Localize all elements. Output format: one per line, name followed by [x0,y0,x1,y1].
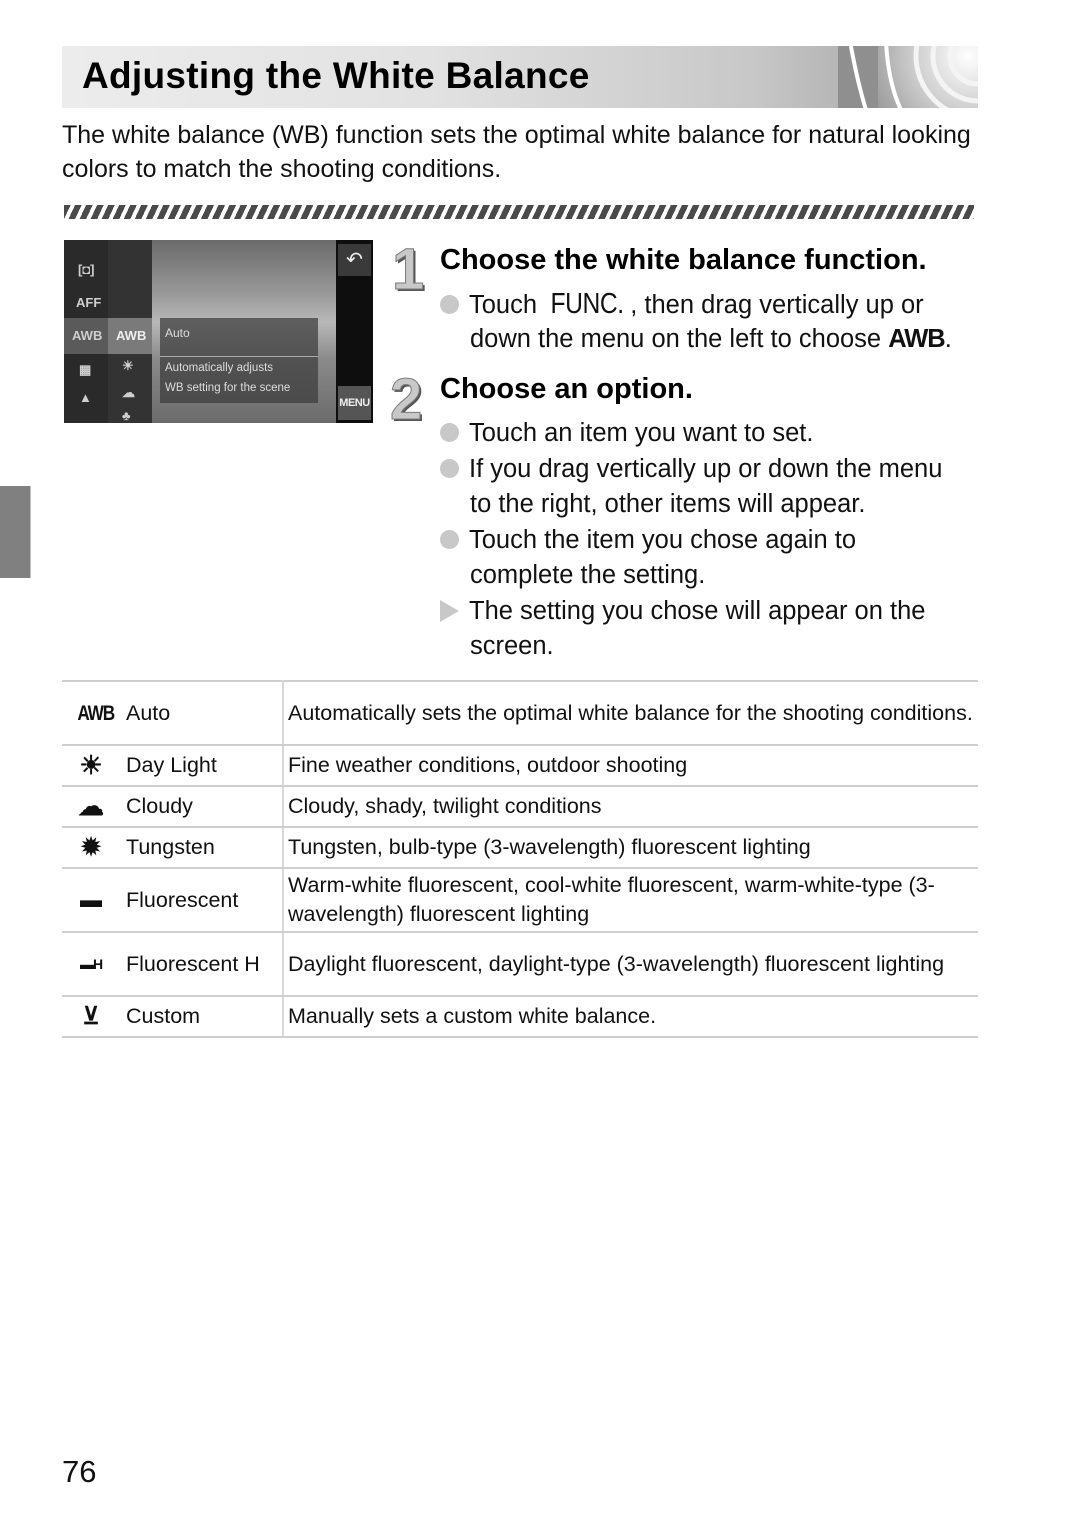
menu-button: MENU [338,386,371,420]
step-2-bullet-3-cont: complete the setting. [470,561,706,589]
wb-label: Cloudy [126,794,193,818]
awb-option-icon: AWB [116,328,147,343]
table-row: ☀ Day Light Fine weather conditions, outd… [62,744,978,787]
drive-icon: ▲ [79,390,92,405]
title-band: Adjusting the White Balance [62,46,978,108]
table-row: ▬ Fluorescent Warm-white fluorescent, coo… [62,867,978,933]
intro-paragraph: The white balance (WB) function sets the… [62,121,971,183]
fluorescent-icon: ▬ [80,887,102,913]
page-title: Adjusting the White Balance [82,55,590,96]
step-2-bullet-4: The setting you chose will appear on the [440,594,985,629]
table-row: AWB Auto Automatically sets the optimal w… [62,680,978,746]
section-divider [64,205,974,219]
step-1-bullet-1: Touch FUNC., then drag vertically up or [440,287,985,323]
daylight-icon: ☀ [79,750,103,780]
tungsten-option-icon: ♣ [122,408,131,423]
bullet-dot-icon [440,459,459,478]
wb-description: Warm-white fluorescent, cool-white fluor… [283,867,978,933]
wb-description: Manually sets a custom white balance. [283,995,978,1038]
wb-label: Auto [126,700,171,725]
step-2-bullet-3: Touch the item you chose again to [440,523,985,558]
mycolors-icon: ▦ [79,362,92,377]
step-2-bullet-4-cont: screen. [470,632,554,660]
metering-icon: [◘] [78,262,95,277]
cloudy-icon: ☁ [78,791,104,821]
wb-label: Tungsten [126,835,215,859]
cloudy-option-icon: ☁ [122,385,135,400]
table-row: ✹ Tungsten Tungsten, bulb-type (3-wavelen… [62,826,978,869]
decorative-arcs-icon [838,46,978,108]
wb-description: Tungsten, bulb-type (3-wavelength) fluor… [283,826,978,869]
wb-description: Fine weather conditions, outdoor shootin… [283,744,978,787]
step-1-bullet-1-cont: down the menu on the left to choose AWB. [470,325,952,353]
option-info-panel: Auto Automatically adjusts WB setting fo… [160,318,318,403]
result-triangle-icon [440,600,459,622]
bullet-dot-icon [440,530,459,549]
daylight-option-icon: ☀ [122,358,134,373]
table-row: ▬H Fluorescent H Daylight fluorescent, da… [62,931,978,997]
wb-description: Automatically sets the optimal white bal… [283,680,978,746]
step-2-bullet-2-cont: to the right, other items will appear. [470,490,866,518]
bullet-dot-icon [440,295,459,314]
awb-icon: AWB [888,325,945,353]
panel-divider [160,356,318,357]
awb-icon: AWB [77,700,115,725]
wb-label: Fluorescent H [126,951,260,976]
step-2-bullet-1: Touch an item you want to set. [440,416,985,451]
option-desc-line1: Automatically adjusts [165,362,274,374]
awb-menu-icon: AWB [72,328,103,343]
func-button-icon: FUNC. [550,288,625,320]
fluorescent-h-icon: ▬H [79,956,103,973]
wb-label: Fluorescent [126,887,239,912]
step-number-2: 2 [389,367,423,433]
bullet-dot-icon [440,423,459,442]
back-icon: ↶ [338,244,371,276]
white-balance-table: AWB Auto Automatically sets the optimal w… [62,680,978,1038]
step-number-1: 1 [391,237,425,303]
option-desc-line2: WB setting for the scene [165,382,291,394]
wb-label: Custom [126,1004,201,1028]
tungsten-icon: ✹ [80,834,102,861]
table-row: ⊻ Custom Manually sets a custom white bal… [62,995,978,1038]
step-2-bullet-2: If you drag vertically up or down the me… [440,452,985,487]
option-title: Auto [165,326,190,340]
table-row: ☁ Cloudy Cloudy, shady, twilight conditio… [62,785,978,828]
custom-wb-icon: ⊻ [82,1003,100,1030]
step-1-title: Choose the white balance function. [440,244,927,276]
wb-description: Cloudy, shady, twilight conditions [283,785,978,828]
wb-description: Daylight fluorescent, daylight-type (3-w… [283,931,978,997]
step-2-title: Choose an option. [440,373,693,405]
wb-label: Day Light [126,753,217,777]
page-number: 76 [62,1454,97,1489]
option-description: Automatically adjusts WB setting for the… [165,358,315,398]
af-icon: AFF [76,295,102,310]
camera-screen-illustration: [◘] AFF AWB ▦ ▲ AWB ☀ ☁ ♣ Auto Automatic… [64,240,373,423]
chapter-tab [0,486,31,578]
